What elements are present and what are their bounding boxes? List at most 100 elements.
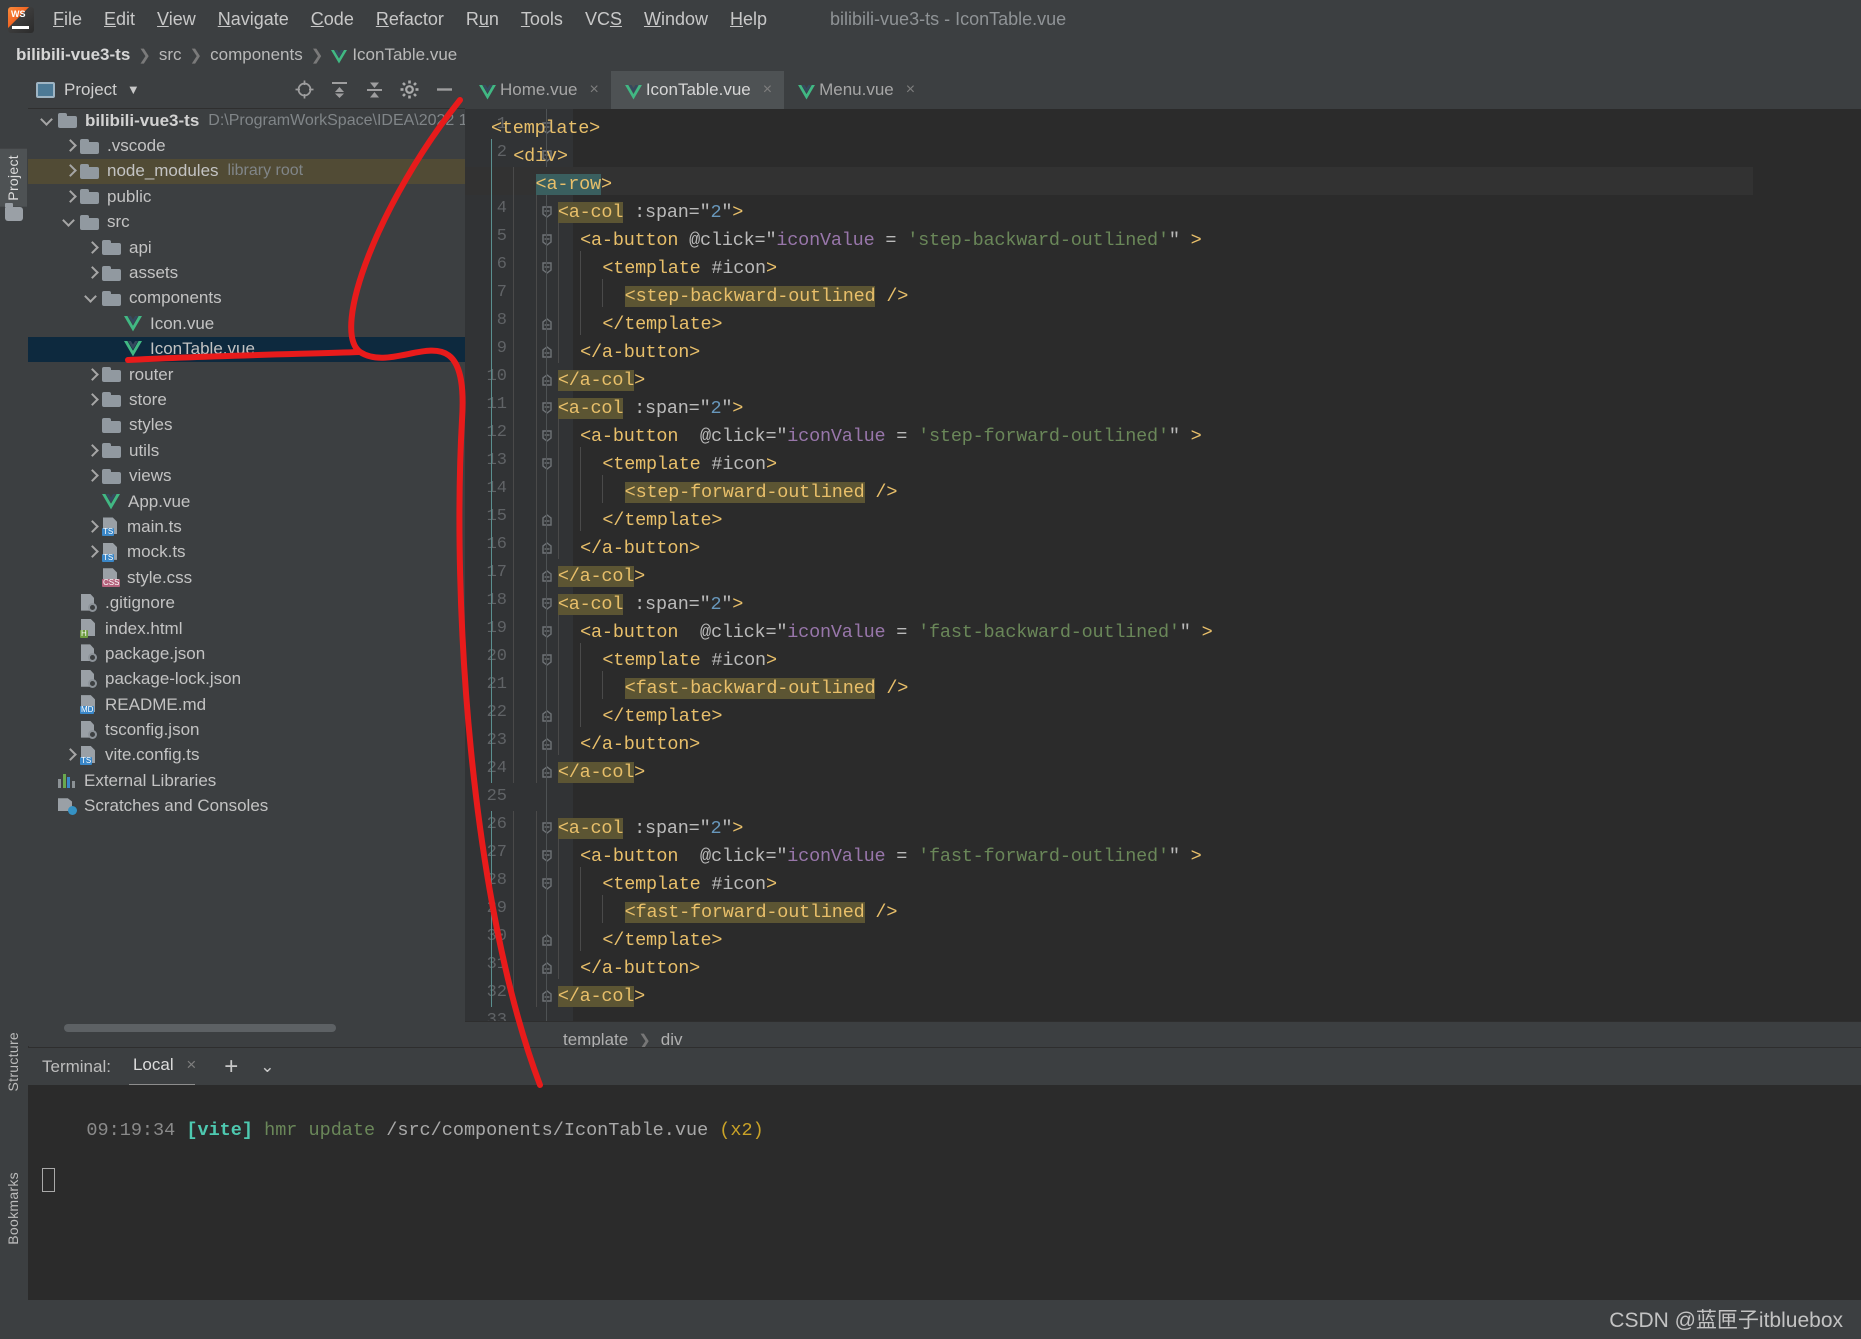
code-line[interactable]: <a-col :span="2"> [558,395,743,423]
fold-start-icon[interactable] [540,653,554,667]
menu-item-view[interactable]: View [146,7,207,32]
code-line[interactable]: <a-button @click="iconValue = 'step-forw… [580,423,1201,451]
fold-end-icon[interactable] [540,989,554,1003]
chevron-down-icon[interactable]: ▼ [127,82,140,97]
code-line[interactable]: <a-col :span="2"> [558,815,743,843]
tree-item[interactable]: components [28,286,465,311]
terminal-tab-local[interactable]: Local × [133,1055,196,1079]
menu-item-window[interactable]: Window [633,7,719,32]
chevron-right-icon[interactable] [84,392,100,408]
code-editor[interactable]: 1234567891011121314151617181920212223242… [465,109,1861,1021]
tree-item[interactable]: bilibili-vue3-tsD:\ProgramWorkSpace\IDEA… [28,108,465,133]
tree-item[interactable]: .gitignore [28,590,465,615]
chevron-right-icon[interactable] [84,544,100,560]
chevron-down-icon[interactable] [40,113,56,129]
code-line[interactable]: <template #icon> [602,871,776,899]
code-line[interactable]: </a-button> [580,955,700,983]
code-line[interactable]: </template> [602,507,722,535]
fold-start-icon[interactable] [540,261,554,275]
code-line[interactable]: <step-forward-outlined /> [625,479,898,507]
hide-panel-icon[interactable] [434,79,455,100]
close-icon[interactable]: × [589,81,598,99]
breadcrumb-folder-components[interactable]: components [210,45,303,65]
menu-item-tools[interactable]: Tools [510,7,574,32]
tree-item[interactable]: TSmain.ts [28,514,465,539]
editor-tab-home-vue[interactable]: Home.vue× [465,71,611,109]
editor-tab-icontable-vue[interactable]: IconTable.vue× [611,71,784,109]
fold-start-icon[interactable] [540,625,554,639]
tree-item[interactable]: styles [28,413,465,438]
tree-item[interactable]: App.vue [28,489,465,514]
tree-item[interactable]: node_moduleslibrary root [28,159,465,184]
fold-end-icon[interactable] [540,961,554,975]
tree-item[interactable]: Hindex.html [28,616,465,641]
tree-item[interactable]: package-lock.json [28,667,465,692]
code-line[interactable]: <a-col :span="2"> [558,199,743,227]
tree-item[interactable]: public [28,184,465,209]
code-line[interactable]: <a-col :span="2"> [558,591,743,619]
fold-start-icon[interactable] [540,429,554,443]
tree-item[interactable]: .vscode [28,133,465,158]
tree-item[interactable]: TSmock.ts [28,540,465,565]
code-line[interactable]: <fast-forward-outlined /> [625,899,898,927]
tree-item[interactable]: MDREADME.md [28,692,465,717]
tree-item[interactable]: Scratches and Consoles [28,794,465,819]
fold-end-icon[interactable] [540,737,554,751]
code-line[interactable]: </a-col> [558,759,645,787]
menu-item-run[interactable]: Run [455,7,510,32]
chevron-right-icon[interactable] [84,240,100,256]
menu-item-edit[interactable]: Edit [93,7,146,32]
menu-item-help[interactable]: Help [719,7,778,32]
fold-start-icon[interactable] [540,877,554,891]
tree-item[interactable]: api [28,235,465,260]
code-line[interactable]: <a-button @click="iconValue = 'step-back… [580,227,1201,255]
chevron-right-icon[interactable] [84,265,100,281]
editor-tabs[interactable]: Home.vue×IconTable.vue×Menu.vue× [465,71,1861,109]
chevron-right-icon[interactable] [62,189,78,205]
fold-start-icon[interactable] [540,457,554,471]
chevron-down-icon[interactable] [62,214,78,230]
close-icon[interactable]: × [186,1055,196,1074]
code-line[interactable]: </a-button> [580,535,700,563]
close-icon[interactable]: × [906,81,915,99]
fold-end-icon[interactable] [540,933,554,947]
project-tree[interactable]: bilibili-vue3-tsD:\ProgramWorkSpace\IDEA… [28,108,465,1008]
tree-item[interactable]: assets [28,260,465,285]
fold-start-icon[interactable] [540,821,554,835]
tool-window-button-structure[interactable]: Structure [0,1026,27,1098]
tool-window-button-bookmarks[interactable]: Bookmarks [0,1166,27,1251]
fold-end-icon[interactable] [540,541,554,555]
editor-gutter[interactable]: 1234567891011121314151617181920212223242… [465,109,573,1021]
code-line[interactable]: </a-button> [580,731,700,759]
tree-item[interactable]: router [28,362,465,387]
chevron-right-icon[interactable] [84,468,100,484]
expand-all-icon[interactable] [329,79,350,100]
code-line[interactable]: <a-row> [536,171,612,199]
fold-start-icon[interactable] [540,849,554,863]
code-line[interactable]: <fast-backward-outlined /> [625,675,908,703]
chevron-down-icon[interactable] [84,290,100,306]
chevron-right-icon[interactable] [84,367,100,383]
code-line[interactable]: </template> [602,703,722,731]
tool-window-button-project[interactable]: Project [0,149,27,207]
menu-item-vcs[interactable]: VCS [574,7,633,32]
fold-end-icon[interactable] [540,373,554,387]
fold-end-icon[interactable] [540,569,554,583]
breadcrumb-file[interactable]: IconTable.vue [352,45,457,65]
collapse-all-icon[interactable] [364,79,385,100]
close-icon[interactable]: × [763,81,772,99]
code-line[interactable]: </a-col> [558,563,645,591]
fold-start-icon[interactable] [540,205,554,219]
tree-item[interactable]: store [28,387,465,412]
menu-item-code[interactable]: Code [300,7,365,32]
add-terminal-icon[interactable]: + [224,1053,238,1081]
tree-item[interactable]: External Libraries [28,768,465,793]
chevron-right-icon[interactable] [62,163,78,179]
locate-icon[interactable] [294,79,315,100]
code-line[interactable]: <a-button @click="iconValue = 'fast-back… [580,619,1212,647]
fold-end-icon[interactable] [540,709,554,723]
menu-item-navigate[interactable]: Navigate [207,7,300,32]
tree-item[interactable]: Icon.vue [28,311,465,336]
chevron-right-icon[interactable] [62,747,78,763]
fold-end-icon[interactable] [540,317,554,331]
